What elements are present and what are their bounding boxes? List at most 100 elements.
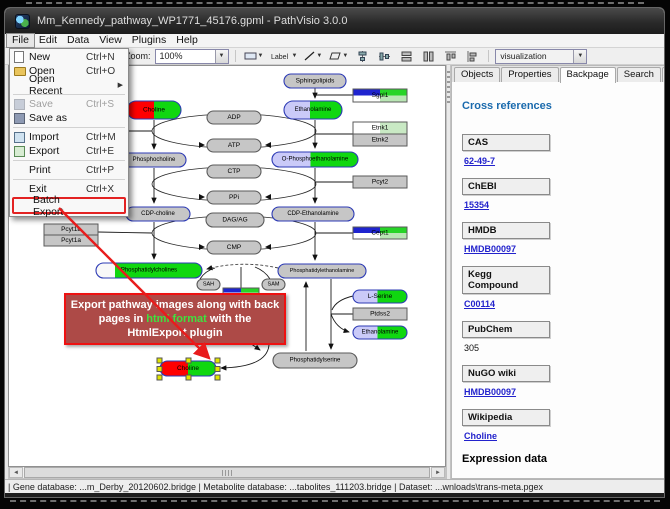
chevron-down-icon[interactable]: ▼ [316, 53, 322, 59]
horizontal-scrollbar[interactable]: ◄ ► [8, 467, 446, 479]
pathway-node-ethanolamine[interactable]: Ethanolamine [284, 101, 342, 119]
menubar-item-plugins[interactable]: Plugins [127, 34, 171, 47]
tab-backpage[interactable]: Backpage [560, 67, 616, 83]
pathway-node-cept1[interactable]: Cept1 [353, 227, 407, 239]
selection-handle[interactable] [215, 358, 220, 363]
chevron-down-icon[interactable]: ▼ [258, 53, 264, 59]
chevron-down-icon[interactable]: ▼ [573, 50, 586, 63]
pathway-node-atp[interactable]: ATP [207, 139, 261, 152]
line-tool-button[interactable]: ▼ [302, 49, 324, 64]
expression-data-heading: Expression data [462, 453, 665, 465]
new-document-icon [14, 51, 24, 63]
scrollbar-thumb[interactable] [24, 467, 430, 478]
tab-properties[interactable]: Properties [501, 67, 558, 82]
pathway-node-sphingolipids[interactable]: Sphingolipids [284, 74, 346, 88]
xref-header: ChEBI [462, 178, 550, 195]
shape-tool-button[interactable]: ▼ [327, 49, 350, 64]
pathway-node-etnk2[interactable]: Etnk2 [353, 134, 407, 146]
tab-search[interactable]: Search [617, 67, 661, 82]
datanode-tool-button[interactable]: ▼ [242, 49, 266, 64]
file-menu-item-new[interactable]: NewCtrl+N [10, 50, 128, 64]
side-panel: ObjectsPropertiesBackpageSearchLegend Cr… [451, 65, 665, 479]
file-menu-item-import[interactable]: ImportCtrl+M [10, 130, 128, 144]
pathway-node-pcyt2[interactable]: Pcyt2 [353, 176, 407, 188]
tab-legend[interactable]: Legend [662, 67, 665, 82]
svg-text:Ethanolamine: Ethanolamine [362, 330, 399, 336]
svg-text:Choline: Choline [177, 365, 199, 372]
xref-header: PubChem [462, 321, 550, 338]
xref-link-hmdb00097[interactable]: HMDB00097 [464, 244, 516, 254]
pathway-node-ppi[interactable]: PPi [207, 191, 261, 204]
label-tool-button[interactable]: Label▼ [268, 49, 299, 64]
xref-link-c00114[interactable]: C00114 [464, 299, 495, 309]
align-center-x-button[interactable] [353, 49, 372, 64]
file-menu-item-export[interactable]: ExportCtrl+E [10, 144, 128, 158]
xref-section-kegg-compound: Kegg CompoundC00114 [462, 266, 665, 309]
zoom-combobox[interactable]: 100% ▼ [155, 49, 229, 64]
selection-handle[interactable] [215, 367, 220, 372]
file-menu-item-save-as[interactable]: Save as [10, 111, 128, 125]
selection-handle[interactable] [157, 367, 162, 372]
pathway-node-ethanolamine[interactable]: Ethanolamine [353, 326, 407, 339]
menubar-item-file[interactable]: File [7, 34, 34, 47]
file-menu-item-print[interactable]: PrintCtrl+P [10, 163, 128, 177]
svg-text:Etnk1: Etnk1 [372, 125, 389, 132]
toolbar-separator [488, 50, 489, 62]
menubar-item-data[interactable]: Data [62, 34, 94, 47]
pathway-node-adp[interactable]: ADP [207, 111, 261, 124]
chevron-down-icon[interactable]: ▼ [215, 50, 228, 63]
stack-horizontal-button[interactable] [419, 49, 438, 64]
pathway-node-sgpl1[interactable]: Sgpl1 [353, 89, 407, 102]
status-text: | Gene database: ...m_Derby_20120602.bri… [8, 482, 543, 492]
chevron-down-icon[interactable]: ▼ [342, 53, 348, 59]
pathway-node-cmp[interactable]: CMP [207, 241, 261, 254]
title-bar[interactable]: Mm_Kennedy_pathway_WP1771_45176.gpml - P… [5, 8, 664, 34]
tab-objects[interactable]: Objects [454, 67, 500, 82]
pathway-node-phosphatidylethanolamine[interactable]: Phosphatidylethanolamine [278, 264, 366, 278]
pathway-node-l-serine[interactable]: L-Serine [353, 290, 407, 303]
pathway-node-cdp-choline[interactable]: CDP-choline [126, 207, 190, 221]
align-left-button[interactable] [463, 49, 482, 64]
scroll-right-icon[interactable]: ► [431, 467, 445, 478]
pathway-node-etnk1[interactable]: Etnk1 [353, 122, 407, 134]
menubar-item-edit[interactable]: Edit [34, 34, 62, 47]
pathway-node-ctp[interactable]: CTP [207, 165, 261, 178]
selection-handle[interactable] [215, 375, 220, 380]
pathway-node-pcyt1b[interactable]: Pcyt1b [44, 224, 98, 235]
pathway-node-sah[interactable]: SAH [197, 279, 220, 290]
xref-link-choline[interactable]: Choline [464, 431, 497, 441]
pathway-node-phosphatidylserine[interactable]: Phosphatidylserine [273, 353, 357, 368]
pathway-node-phosphatidylcholines[interactable]: Phosphatidylcholines [96, 263, 202, 278]
file-menu: NewCtrl+NOpenCtrl+OOpen Recent▶SaveCtrl+… [9, 48, 129, 217]
menubar-item-view[interactable]: View [94, 34, 127, 47]
pathway-node-pcyt1a[interactable]: Pcyt1a [44, 235, 98, 246]
svg-text:ADP: ADP [227, 114, 240, 121]
file-menu-item-batch-export[interactable]: Batch Export [14, 199, 124, 212]
selection-handle[interactable] [157, 358, 162, 363]
menubar-item-help[interactable]: Help [171, 34, 203, 47]
xref-section-hmdb: HMDBHMDB00097 [462, 222, 665, 254]
pathway-node-choline[interactable]: Choline [157, 358, 220, 380]
pathway-node-choline[interactable]: Choline [127, 101, 181, 119]
stack-vertical-button[interactable] [397, 49, 416, 64]
chevron-down-icon[interactable]: ▼ [291, 53, 297, 59]
xref-link-62-49-7[interactable]: 62-49-7 [464, 156, 495, 166]
selection-handle[interactable] [186, 358, 191, 363]
pathway-node-o-phosphoethanolamine[interactable]: O-Phosphoethanolamine [272, 152, 358, 167]
xref-link-hmdb00097[interactable]: HMDB00097 [464, 387, 516, 397]
align-center-y-button[interactable] [375, 49, 394, 64]
pathway-node-dag-ag[interactable]: DAG/AG [206, 213, 264, 227]
scroll-left-icon[interactable]: ◄ [9, 467, 23, 478]
pathway-node-phosphocholine[interactable]: Phosphocholine [122, 153, 186, 167]
pathway-node-ptdss2[interactable]: Ptdss2 [353, 308, 407, 320]
visualization-combobox[interactable]: visualization ▼ [495, 49, 587, 64]
pathway-node-cdp-ethanolamine[interactable]: CDP-Ethanolamine [272, 207, 354, 221]
pathway-node-sam[interactable]: SAM [262, 279, 285, 290]
align-top-button[interactable] [441, 49, 460, 64]
save-as-icon [14, 113, 25, 124]
file-menu-item-open-recent[interactable]: Open Recent▶ [10, 78, 128, 92]
selection-handle[interactable] [186, 375, 191, 380]
selection-handle[interactable] [157, 375, 162, 380]
svg-text:Pcyt1a: Pcyt1a [61, 237, 81, 244]
xref-link-15354[interactable]: 15354 [464, 200, 489, 210]
